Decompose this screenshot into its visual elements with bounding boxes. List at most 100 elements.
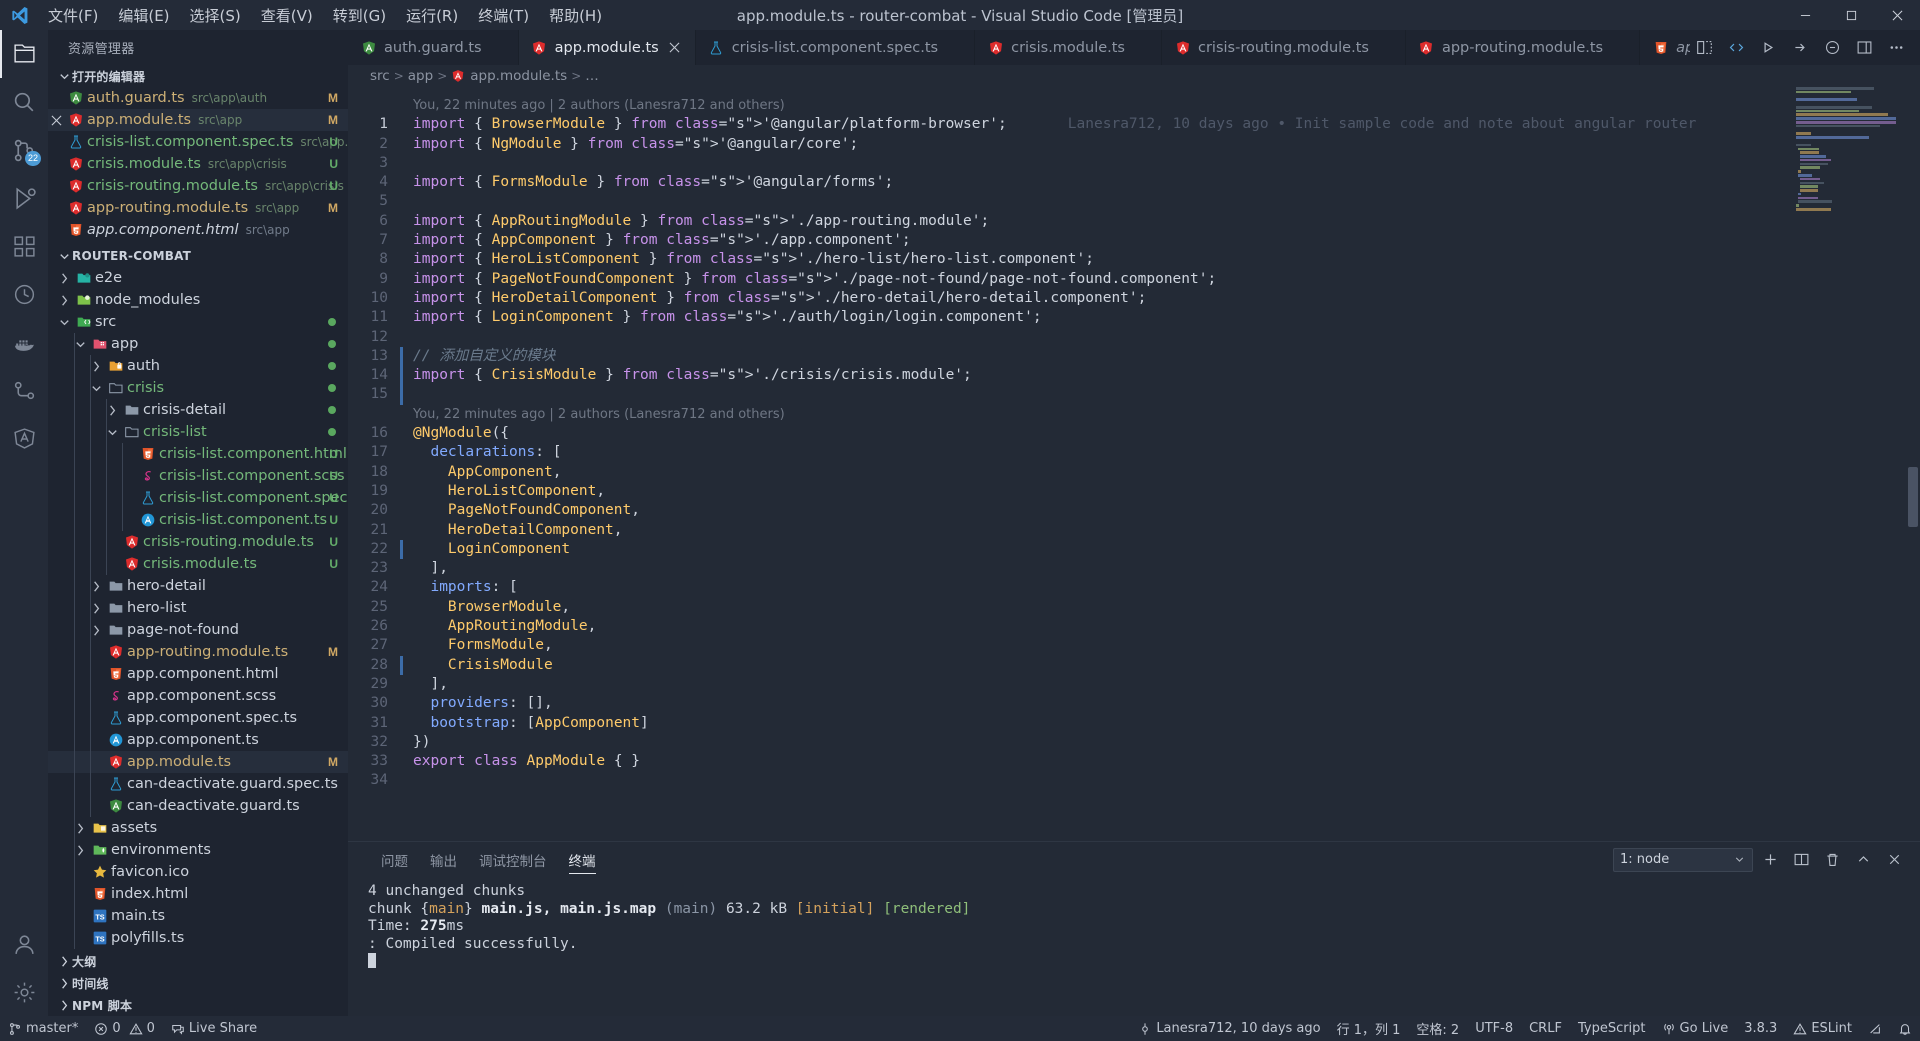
status-git-blame[interactable]: Lanesra712, 10 days ago: [1130, 1016, 1328, 1041]
accounts-icon[interactable]: [0, 920, 48, 968]
project-header[interactable]: ROUTER-COMBAT: [48, 245, 348, 267]
code-line[interactable]: PageNotFoundComponent,: [400, 501, 1920, 520]
tree-file-row[interactable]: app.module.ts M: [48, 751, 348, 773]
chevron-down-icon[interactable]: [56, 315, 73, 330]
editor-scrollbar[interactable]: [1906, 87, 1920, 841]
debug-console-icon[interactable]: [1818, 34, 1846, 62]
status-problems[interactable]: 0 0: [86, 1016, 163, 1041]
menu-goto[interactable]: 转到(G): [323, 0, 396, 30]
code-line[interactable]: import { PageNotFoundComponent } from cl…: [400, 270, 1920, 289]
code-line[interactable]: HeroDetailComponent,: [400, 521, 1920, 540]
status-indentation[interactable]: 空格: 2: [1408, 1016, 1467, 1041]
open-editors-header[interactable]: 打开的编辑器: [48, 65, 348, 87]
tree-file-row[interactable]: crisis-list.component.scss U: [48, 465, 348, 487]
code-line[interactable]: import { HeroDetailComponent } from clas…: [400, 289, 1920, 308]
code-line[interactable]: // 添加自定义的模块: [400, 346, 1920, 367]
code-lens[interactable]: You, 22 minutes ago | 2 authors (Lanesra…: [400, 96, 1920, 115]
tree-file-row[interactable]: can-deactivate.guard.ts: [48, 795, 348, 817]
open-editor-item[interactable]: crisis.module.ts src\app\crisis U: [48, 153, 348, 175]
tree-file-row[interactable]: app.component.scss: [48, 685, 348, 707]
code-line[interactable]: [400, 385, 1920, 405]
status-ts-version[interactable]: 3.8.3: [1736, 1016, 1785, 1041]
tree-folder-row[interactable]: assets: [48, 817, 348, 839]
tree-folder-row[interactable]: e2e: [48, 267, 348, 289]
code-line[interactable]: [400, 771, 1920, 790]
tree-file-row[interactable]: app-routing.module.ts M: [48, 641, 348, 663]
code-line[interactable]: [400, 192, 1920, 211]
editor-tabs[interactable]: auth.guard.ts app.module.ts crisis-list.co…: [348, 30, 1690, 65]
status-cursor-position[interactable]: 行 1，列 1: [1329, 1016, 1409, 1041]
menu-help[interactable]: 帮助(H): [539, 0, 612, 30]
status-feedback[interactable]: [1860, 1016, 1890, 1041]
panel-tab-problems[interactable]: 问题: [370, 842, 419, 877]
code-line[interactable]: import { NgModule } from class="s">'@ang…: [400, 135, 1920, 154]
tree-file-row[interactable]: crisis-list.component.html U: [48, 443, 348, 465]
editor-tab-actions[interactable]: [1690, 30, 1920, 65]
editor-tab[interactable]: crisis-list.component.spec.ts: [696, 30, 976, 65]
extensions-icon[interactable]: [0, 222, 48, 270]
chevron-right-icon[interactable]: [56, 271, 73, 286]
open-editors-list[interactable]: auth.guard.ts src\app\auth M app.module.…: [48, 87, 348, 241]
tree-folder-row[interactable]: hero-detail: [48, 575, 348, 597]
terminal-output[interactable]: 4 unchanged chunks chunk {main} main.js,…: [348, 877, 1920, 1016]
tree-folder-row[interactable]: node_modules: [48, 289, 348, 311]
menu-selection[interactable]: 选择(S): [180, 0, 251, 30]
code-line[interactable]: LoginComponent: [400, 539, 1920, 560]
editor-tab[interactable]: app-routing.module.ts: [1406, 30, 1641, 65]
debug-start-icon[interactable]: [1754, 34, 1782, 62]
code-line[interactable]: AppComponent,: [400, 463, 1920, 482]
breadcrumb-item-src[interactable]: src: [370, 68, 390, 84]
tree-file-row[interactable]: app.component.html: [48, 663, 348, 685]
tree-folder-row[interactable]: app: [48, 333, 348, 355]
tree-folder-row[interactable]: crisis-detail: [48, 399, 348, 421]
code-line[interactable]: HeroListComponent,: [400, 482, 1920, 501]
code-line[interactable]: BrowserModule,: [400, 598, 1920, 617]
tree-folder-row[interactable]: environments: [48, 839, 348, 861]
breadcrumb[interactable]: src > app > app.module.ts > …: [348, 65, 1920, 87]
status-encoding[interactable]: UTF-8: [1467, 1016, 1521, 1041]
code-line[interactable]: import { AppRoutingModule } from class="…: [400, 212, 1920, 231]
editor-tab[interactable]: app.component.html: [1640, 30, 1690, 65]
activity-bar[interactable]: 22: [0, 30, 48, 1016]
open-editor-item[interactable]: crisis-routing.module.ts src\app\crisis …: [48, 175, 348, 197]
kill-terminal-icon[interactable]: [1818, 846, 1846, 874]
editor-tab[interactable]: app.module.ts: [518, 30, 696, 65]
status-branch[interactable]: master*: [0, 1016, 86, 1041]
tree-file-row[interactable]: favicon.ico: [48, 861, 348, 883]
code-line[interactable]: }): [400, 733, 1920, 752]
test-beaker-icon[interactable]: [0, 270, 48, 318]
panel-tabs[interactable]: 问题 输出 调试控制台 终端: [370, 842, 607, 877]
close-panel-icon[interactable]: [1880, 846, 1908, 874]
settings-gear-icon[interactable]: [0, 968, 48, 1016]
split-terminal-icon[interactable]: [1787, 846, 1815, 874]
tree-folder-row[interactable]: page-not-found: [48, 619, 348, 641]
status-language-mode[interactable]: TypeScript: [1570, 1016, 1654, 1041]
project-file-tree[interactable]: e2e node_modules src app auth crisis crisis-de…: [48, 267, 348, 949]
run-debug-icon[interactable]: [0, 174, 48, 222]
tree-folder-row[interactable]: hero-list: [48, 597, 348, 619]
menu-view[interactable]: 查看(V): [251, 0, 323, 30]
tree-file-row[interactable]: crisis-list.component.spec.ts U: [48, 487, 348, 509]
remote-explorer-icon[interactable]: [0, 366, 48, 414]
tree-folder-row[interactable]: crisis-list: [48, 421, 348, 443]
panel-tab-debug-console[interactable]: 调试控制台: [468, 842, 558, 877]
maximize-icon[interactable]: [1828, 0, 1874, 30]
angular-icon[interactable]: [0, 414, 48, 462]
maximize-panel-icon[interactable]: [1849, 846, 1877, 874]
code-line[interactable]: declarations: [: [400, 443, 1920, 462]
tree-file-row[interactable]: app.component.spec.ts: [48, 707, 348, 729]
tree-file-row[interactable]: crisis.module.ts U: [48, 553, 348, 575]
code-line[interactable]: imports: [: [400, 578, 1920, 597]
tree-folder-row[interactable]: auth: [48, 355, 348, 377]
scrollbar-thumb[interactable]: [1908, 467, 1918, 527]
editor-tab[interactable]: auth.guard.ts: [348, 30, 519, 65]
tree-file-row[interactable]: TS main.ts: [48, 905, 348, 927]
new-terminal-icon[interactable]: [1756, 846, 1784, 874]
code-line[interactable]: import { LoginComponent } from class="s"…: [400, 308, 1920, 327]
panel-actions[interactable]: 1: node: [1613, 846, 1920, 874]
tree-file-row[interactable]: index.html: [48, 883, 348, 905]
minimize-icon[interactable]: [1782, 0, 1828, 30]
npm-scripts-section[interactable]: NPM 脚本: [48, 994, 348, 1016]
code-line[interactable]: AppRoutingModule,: [400, 617, 1920, 636]
code-line[interactable]: import { CrisisModule } from class="s">'…: [400, 366, 1920, 386]
